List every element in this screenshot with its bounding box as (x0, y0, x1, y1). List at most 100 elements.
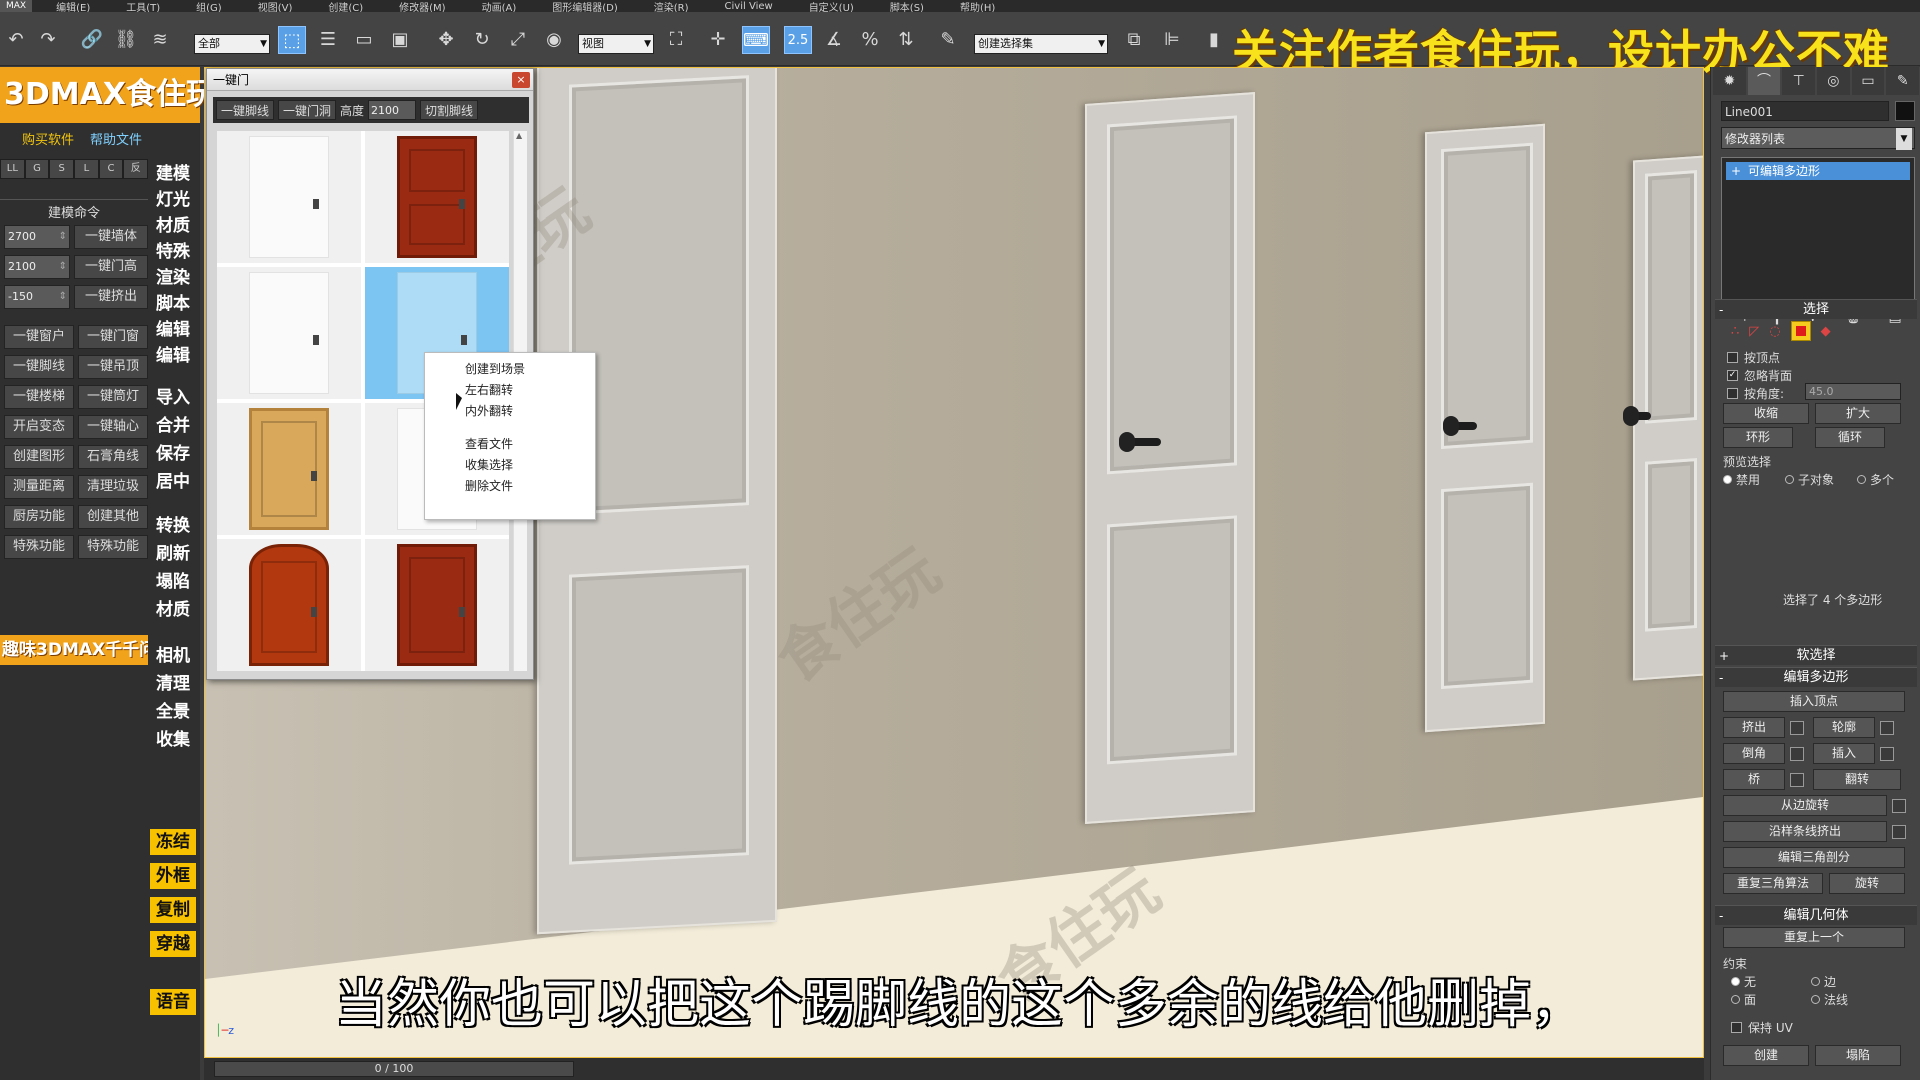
by-angle-checkbox[interactable]: 按角度: (1727, 385, 1784, 402)
door-height-spinner[interactable]: 2100 (4, 255, 70, 279)
align-icon[interactable]: ⊫ (1158, 26, 1186, 54)
close-icon[interactable]: × (512, 72, 530, 88)
turn-button[interactable]: 旋转 (1829, 873, 1905, 894)
door-thumbnail[interactable] (217, 403, 361, 535)
one-click-skirting-button[interactable]: 一键脚线 (4, 355, 74, 379)
border-icon[interactable]: ◌ (1769, 324, 1780, 339)
preview-disabled-radio[interactable]: 禁用 (1723, 471, 1760, 488)
select-manipulate-icon[interactable]: ✛ (704, 26, 732, 54)
layer-icon[interactable]: ▮ (1200, 26, 1228, 54)
skirting-button[interactable]: 一键脚线 (216, 100, 275, 120)
one-click-door-height-button[interactable]: 一键门高 (74, 255, 148, 279)
freeze-button[interactable]: 冻结 (150, 829, 196, 855)
clean-garbage-button[interactable]: 清理垃圾 (78, 475, 148, 499)
retriangulate-button[interactable]: 重复三角算法 (1723, 873, 1823, 894)
plaster-molding-button[interactable]: 石膏角线 (78, 445, 148, 469)
window-title-bar[interactable]: 一键门 × (207, 69, 533, 91)
scale-icon[interactable]: ⤢ (504, 26, 532, 54)
utilities-tab-icon[interactable]: ✎ (1886, 67, 1920, 95)
menu-item-flip-in-out[interactable]: 内外翻转 (425, 401, 595, 422)
one-click-wall-button[interactable]: 一键墙体 (74, 225, 148, 249)
wall-height-spinner[interactable]: 2700 (4, 225, 70, 249)
preview-multi-radio[interactable]: 多个 (1857, 471, 1894, 488)
edge-icon[interactable]: ◸ (1749, 324, 1759, 339)
create-other-button[interactable]: 创建其他 (78, 505, 148, 529)
convert-button[interactable]: 转换 (150, 513, 196, 539)
stack-item-editable-poly[interactable]: 可编辑多边形 (1726, 162, 1910, 180)
special-button[interactable]: 特殊 (150, 239, 196, 265)
one-click-pivot-button[interactable]: 一键轴心 (78, 415, 148, 439)
door-opening-button[interactable]: 一键门洞 (278, 100, 337, 120)
script-button[interactable]: 脚本 (150, 291, 196, 317)
refresh-button[interactable]: 刷新 (150, 541, 196, 567)
render-button[interactable]: 渲染 (150, 265, 196, 291)
door-thumbnail[interactable] (217, 267, 361, 399)
shrink-button[interactable]: 收缩 (1723, 403, 1809, 424)
cut-skirting-button[interactable]: 切割脚线 (420, 100, 479, 120)
preserve-uv-checkbox[interactable]: 保持 UV (1731, 1019, 1793, 1036)
door-thumbnail[interactable] (217, 131, 361, 263)
spinner-snap-icon[interactable]: ⇅ (892, 26, 920, 54)
hinge-from-edge-button[interactable]: 从边旋转 (1723, 795, 1906, 816)
measure-distance-button[interactable]: 测量距离 (4, 475, 74, 499)
camera-button[interactable]: 相机 (150, 643, 196, 669)
named-selection-set-select[interactable]: 创建选择集 ▼ (974, 34, 1108, 54)
letter-button[interactable]: LL (0, 159, 25, 179)
ring-button[interactable]: 环形 (1723, 427, 1793, 448)
unlink-icon[interactable]: ⛓ (112, 26, 140, 54)
placement-icon[interactable]: ◉ (540, 26, 568, 54)
select-by-name-icon[interactable]: ☰ (314, 26, 342, 54)
material-button-2[interactable]: 材质 (150, 597, 196, 623)
rotate-icon[interactable]: ↻ (468, 26, 496, 54)
kitchen-function-button[interactable]: 厨房功能 (4, 505, 74, 529)
letter-button[interactable]: S (49, 159, 75, 179)
door-thumbnail[interactable] (365, 539, 509, 671)
create-shape-button[interactable]: 创建图形 (4, 445, 74, 469)
letter-button[interactable]: C (98, 159, 124, 179)
flip-button[interactable]: 翻转 (1813, 769, 1901, 790)
special-function-button-2[interactable]: 特殊功能 (78, 535, 148, 559)
door-model[interactable] (1085, 92, 1255, 824)
snap-toggle-icon[interactable]: 2.5 (784, 26, 812, 54)
menu-item-view-file[interactable]: 查看文件 (425, 434, 595, 455)
lighting-button[interactable]: 灯光 (150, 187, 196, 213)
height-spinner[interactable]: 2100 (368, 100, 417, 120)
soft-selection-rollout-header[interactable]: + 软选择 (1715, 645, 1917, 665)
merge-button[interactable]: 合并 (150, 413, 196, 439)
bounding-box-button[interactable]: 外框 (150, 863, 196, 889)
create-button[interactable]: 创建 (1723, 1045, 1809, 1066)
material-button[interactable]: 材质 (150, 213, 196, 239)
hierarchy-tab-icon[interactable]: ⊤ (1782, 67, 1816, 95)
modifier-list-dropdown[interactable]: 修改器列表 (1721, 127, 1915, 150)
extrude-spinner[interactable]: -150 (4, 285, 70, 309)
vertex-icon[interactable]: ∴ (1731, 324, 1739, 339)
select-object-icon[interactable]: ⬚ (278, 26, 306, 54)
edit-triangulation-button[interactable]: 编辑三角剖分 (1723, 847, 1905, 868)
letter-button[interactable]: G (24, 159, 50, 179)
undo-icon[interactable]: ↶ (2, 26, 30, 54)
copy-button[interactable]: 复制 (150, 897, 196, 923)
door-thumbnail[interactable] (217, 539, 361, 671)
see-through-button[interactable]: 穿越 (150, 931, 196, 957)
ignore-backfacing-checkbox[interactable]: ✓ 忽略背面 (1727, 367, 1792, 384)
clean-button[interactable]: 清理 (150, 671, 196, 697)
menu-item-delete-file[interactable]: 删除文件 (425, 476, 595, 497)
save-button[interactable]: 保存 (150, 441, 196, 467)
redo-icon[interactable]: ↷ (34, 26, 62, 54)
display-tab-icon[interactable]: ▭ (1851, 67, 1885, 95)
constraint-normal-radio[interactable]: 法线 (1811, 991, 1848, 1008)
letter-button[interactable]: L (74, 159, 99, 179)
menu-item-collect-selection[interactable]: 收集选择 (425, 455, 595, 476)
one-click-stairs-button[interactable]: 一键楼梯 (4, 385, 74, 409)
selection-filter-select[interactable]: 全部 ▼ (194, 34, 270, 54)
modify-tab-icon[interactable]: ⌒ (1747, 67, 1781, 95)
letter-button[interactable]: 反 (123, 159, 149, 179)
reference-coordinate-select[interactable]: 视图 ▼ (578, 34, 654, 54)
object-color-swatch[interactable] (1895, 101, 1915, 121)
preview-subobject-radio[interactable]: 子对象 (1785, 471, 1834, 488)
panorama-button[interactable]: 全景 (150, 699, 196, 725)
menu-civil-view[interactable]: Civil View (725, 1, 773, 12)
app-logo[interactable]: MAX (0, 0, 33, 12)
window-crossing-icon[interactable]: ▣ (386, 26, 414, 54)
repeat-last-button[interactable]: 重复上一个 (1723, 927, 1905, 948)
